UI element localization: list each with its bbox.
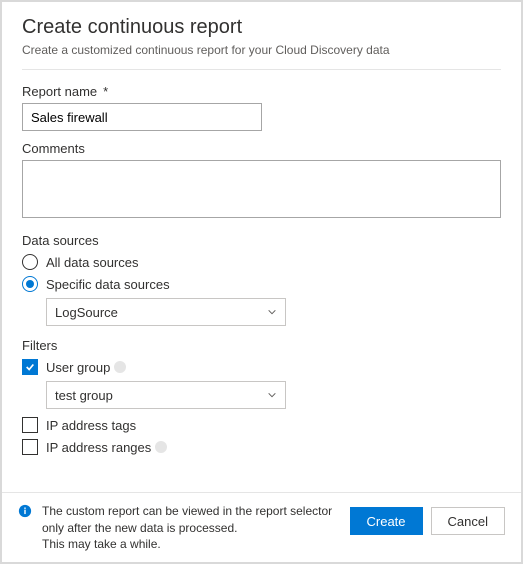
checkbox-icon [22,417,38,433]
ip-ranges-text: IP address ranges [46,440,151,455]
checkbox-icon [22,439,38,455]
info-icon [155,441,167,453]
ip-tags-label: IP address tags [46,418,136,433]
data-source-select-value: LogSource [55,305,118,320]
radio-specific-label: Specific data sources [46,277,170,292]
radio-all-label: All data sources [46,255,139,270]
data-sources-label: Data sources [22,233,501,248]
checkbox-user-group[interactable]: User group [22,359,501,375]
ip-ranges-label: IP address ranges [46,440,167,455]
data-source-select[interactable]: LogSource [46,298,286,326]
info-icon [18,504,32,518]
footer-line2: This may take a while. [42,537,161,551]
radio-icon [22,254,38,270]
chevron-down-icon [267,390,277,400]
user-group-select-value: test group [55,388,113,403]
user-group-label: User group [46,360,126,375]
radio-all-data-sources[interactable]: All data sources [22,254,501,270]
footer-line1: The custom report can be viewed in the r… [42,504,332,534]
footer-buttons: Create Cancel [350,507,506,535]
required-indicator: * [103,84,108,99]
report-name-text: Report name [22,84,97,99]
radio-specific-data-sources[interactable]: Specific data sources [22,276,501,292]
report-name-input[interactable] [22,103,262,131]
radio-icon [22,276,38,292]
chevron-down-icon [267,307,277,317]
dialog-content: Create continuous report Create a custom… [2,2,521,492]
user-group-select[interactable]: test group [46,381,286,409]
divider [22,69,501,70]
checkbox-ip-tags[interactable]: IP address tags [22,417,501,433]
page-title: Create continuous report [22,16,501,39]
checkbox-icon [22,359,38,375]
filters-label: Filters [22,338,501,353]
comments-input[interactable] [22,160,501,218]
comments-label: Comments [22,141,501,156]
dialog-footer: The custom report can be viewed in the r… [2,492,521,562]
page-subtitle: Create a customized continuous report fo… [22,43,501,57]
info-icon [114,361,126,373]
report-name-label: Report name * [22,84,501,99]
checkbox-ip-ranges[interactable]: IP address ranges [22,439,501,455]
footer-info-text: The custom report can be viewed in the r… [42,503,340,552]
cancel-button[interactable]: Cancel [431,507,505,535]
create-button[interactable]: Create [350,507,423,535]
user-group-text: User group [46,360,110,375]
dialog-window: Create continuous report Create a custom… [0,0,523,564]
